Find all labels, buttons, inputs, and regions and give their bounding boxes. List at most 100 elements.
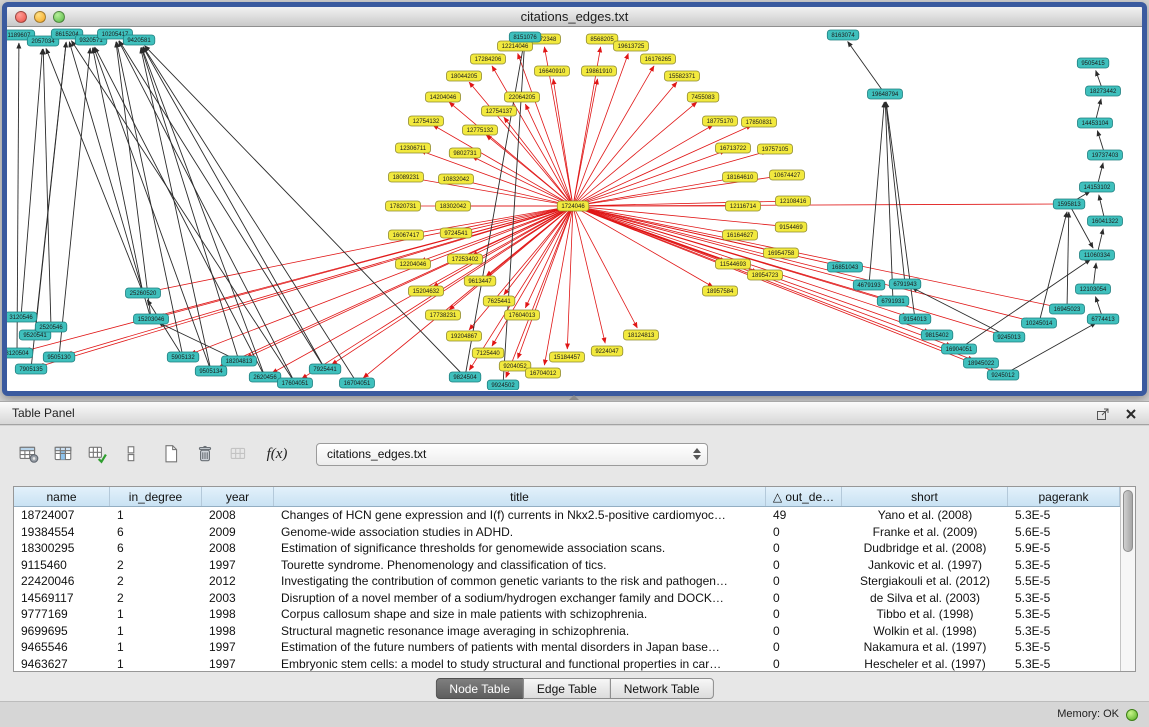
table-row[interactable]: 2242004622012Investigating the contribut… [14, 573, 1120, 590]
graph-edge[interactable] [573, 206, 605, 343]
toggle-columns-icon[interactable] [50, 440, 76, 468]
graph-node[interactable]: 9505130 [43, 352, 75, 362]
graph-node[interactable]: 12108416 [776, 196, 811, 206]
graph-node[interactable]: 3120546 [7, 312, 37, 322]
graph-edge[interactable] [573, 206, 861, 283]
network-canvas[interactable]: 1724046181723481221404617284206180442051… [7, 27, 1140, 390]
graph-node[interactable]: 16164627 [723, 230, 758, 240]
graph-node[interactable]: 17253402 [448, 254, 483, 264]
import-table-icon[interactable] [84, 440, 110, 468]
graph-node[interactable]: 14453104 [1078, 118, 1113, 128]
graph-edge[interactable] [46, 48, 143, 293]
function-builder-button[interactable]: f(x) [260, 441, 294, 467]
graph-node[interactable]: 19737403 [1088, 150, 1123, 160]
graph-edge[interactable] [147, 300, 183, 357]
graph-node[interactable]: 9154469 [775, 222, 807, 232]
graph-node[interactable]: 12116714 [726, 201, 761, 211]
graph-node[interactable]: 11544693 [716, 259, 751, 269]
graph-node[interactable]: 2620456 [249, 372, 280, 382]
graph-node[interactable]: 16954758 [764, 248, 799, 258]
column-header-0[interactable]: name [14, 487, 110, 506]
table-row[interactable]: 1456911722003Disruption of a novel membe… [14, 590, 1120, 607]
panel-resize-grip[interactable] [565, 394, 583, 401]
window-minimize-button[interactable] [34, 11, 46, 23]
graph-node[interactable]: 8120504 [7, 348, 33, 358]
window-zoom-button[interactable] [53, 11, 65, 23]
graph-node[interactable]: 18204813 [222, 356, 257, 366]
graph-node[interactable]: 16904051 [942, 344, 977, 354]
graph-node[interactable]: 12103054 [1076, 284, 1111, 294]
graph-node[interactable]: 9245013 [993, 332, 1025, 342]
graph-edge[interactable] [17, 43, 19, 353]
graph-node[interactable]: 16945023 [1050, 304, 1085, 314]
graph-edge[interactable] [553, 79, 573, 206]
graph-node[interactable]: 19861910 [582, 66, 617, 76]
table-row[interactable]: 1872400712008Changes of HCN gene express… [14, 507, 1120, 524]
graph-node[interactable]: 18089231 [389, 172, 424, 182]
graph-node[interactable]: 9802731 [449, 148, 481, 158]
graph-edge[interactable] [95, 47, 265, 377]
graph-node[interactable]: 9613447 [464, 276, 496, 286]
graph-node[interactable]: 5905132 [167, 352, 199, 362]
column-header-1[interactable]: in_degree [110, 487, 202, 506]
graph-node[interactable]: 7925441 [309, 364, 341, 374]
graph-node[interactable]: 17738231 [426, 310, 461, 320]
graph-node[interactable]: 9924502 [487, 380, 519, 390]
table-row[interactable]: 969969511998Structural magnetic resonanc… [14, 623, 1120, 640]
tab-network-table[interactable]: Network Table [610, 678, 714, 699]
graph-node[interactable]: 16067417 [389, 230, 424, 240]
graph-node[interactable]: 17850831 [742, 117, 777, 127]
graph-node[interactable]: 17284206 [471, 54, 506, 64]
graph-node[interactable]: 16704012 [526, 368, 561, 378]
graph-node[interactable]: 6791931 [877, 296, 909, 306]
graph-node[interactable]: 8163074 [827, 30, 859, 40]
table-settings-icon[interactable] [16, 440, 42, 468]
graph-node[interactable]: 18044205 [447, 71, 482, 81]
column-header-4[interactable]: △ out_de… [766, 487, 842, 506]
graph-node[interactable]: 19613725 [614, 41, 649, 51]
graph-edge[interactable] [1067, 212, 1069, 309]
graph-node[interactable]: 18164610 [723, 172, 758, 182]
graph-node[interactable]: 11060334 [1080, 250, 1115, 260]
graph-node[interactable]: 18273442 [1086, 86, 1121, 96]
graph-edge[interactable] [69, 42, 151, 319]
graph-node[interactable]: 18954723 [748, 270, 783, 280]
citation-network-graph[interactable]: 1724046181723481221404617284206180442051… [7, 27, 1140, 390]
graph-node[interactable]: 10832042 [439, 174, 474, 184]
graph-node[interactable]: 16704051 [340, 378, 375, 388]
graph-node[interactable]: 7125440 [472, 348, 504, 358]
graph-node[interactable]: 12306711 [396, 143, 431, 153]
graph-edge[interactable] [59, 48, 90, 357]
graph-node[interactable]: 9245012 [987, 370, 1019, 380]
table-row[interactable]: 1938455462009Genome-wide association stu… [14, 524, 1120, 541]
graph-node[interactable]: 16851043 [828, 262, 863, 272]
table-row[interactable]: 946362711997Embryonic stem cells: a mode… [14, 656, 1120, 673]
graph-node[interactable]: 9724541 [440, 228, 472, 238]
graph-node[interactable]: 16713722 [716, 143, 751, 153]
graph-node[interactable]: 17820731 [386, 201, 421, 211]
new-table-icon[interactable] [158, 440, 184, 468]
graph-node[interactable]: 18124813 [624, 330, 659, 340]
graph-node[interactable]: 18957584 [703, 286, 738, 296]
graph-edge[interactable] [567, 206, 573, 349]
graph-node[interactable]: 9420581 [123, 35, 155, 45]
graph-node[interactable]: 7625441 [483, 296, 515, 306]
column-header-5[interactable]: short [842, 487, 1008, 506]
graph-node[interactable]: 15582371 [665, 71, 700, 81]
graph-node[interactable]: 7905135 [15, 364, 47, 374]
graph-edge[interactable] [43, 49, 51, 327]
graph-edge[interactable] [143, 47, 357, 383]
graph-node[interactable]: 12214046 [498, 41, 533, 51]
column-header-2[interactable]: year [202, 487, 274, 506]
graph-edge[interactable] [848, 42, 885, 95]
memory-status-indicator[interactable] [1126, 709, 1138, 721]
graph-edge[interactable] [492, 66, 573, 206]
merge-table-icon[interactable] [226, 440, 252, 468]
graph-node[interactable]: 17604051 [278, 378, 313, 388]
delete-table-icon[interactable] [192, 440, 218, 468]
graph-node[interactable]: 22064205 [505, 92, 540, 102]
graph-node[interactable]: 6774413 [1087, 314, 1119, 324]
graph-edge[interactable] [469, 206, 573, 370]
vertical-scrollbar[interactable] [1120, 487, 1135, 671]
table-row[interactable]: 977716911998Corpus callosum shape and si… [14, 606, 1120, 623]
